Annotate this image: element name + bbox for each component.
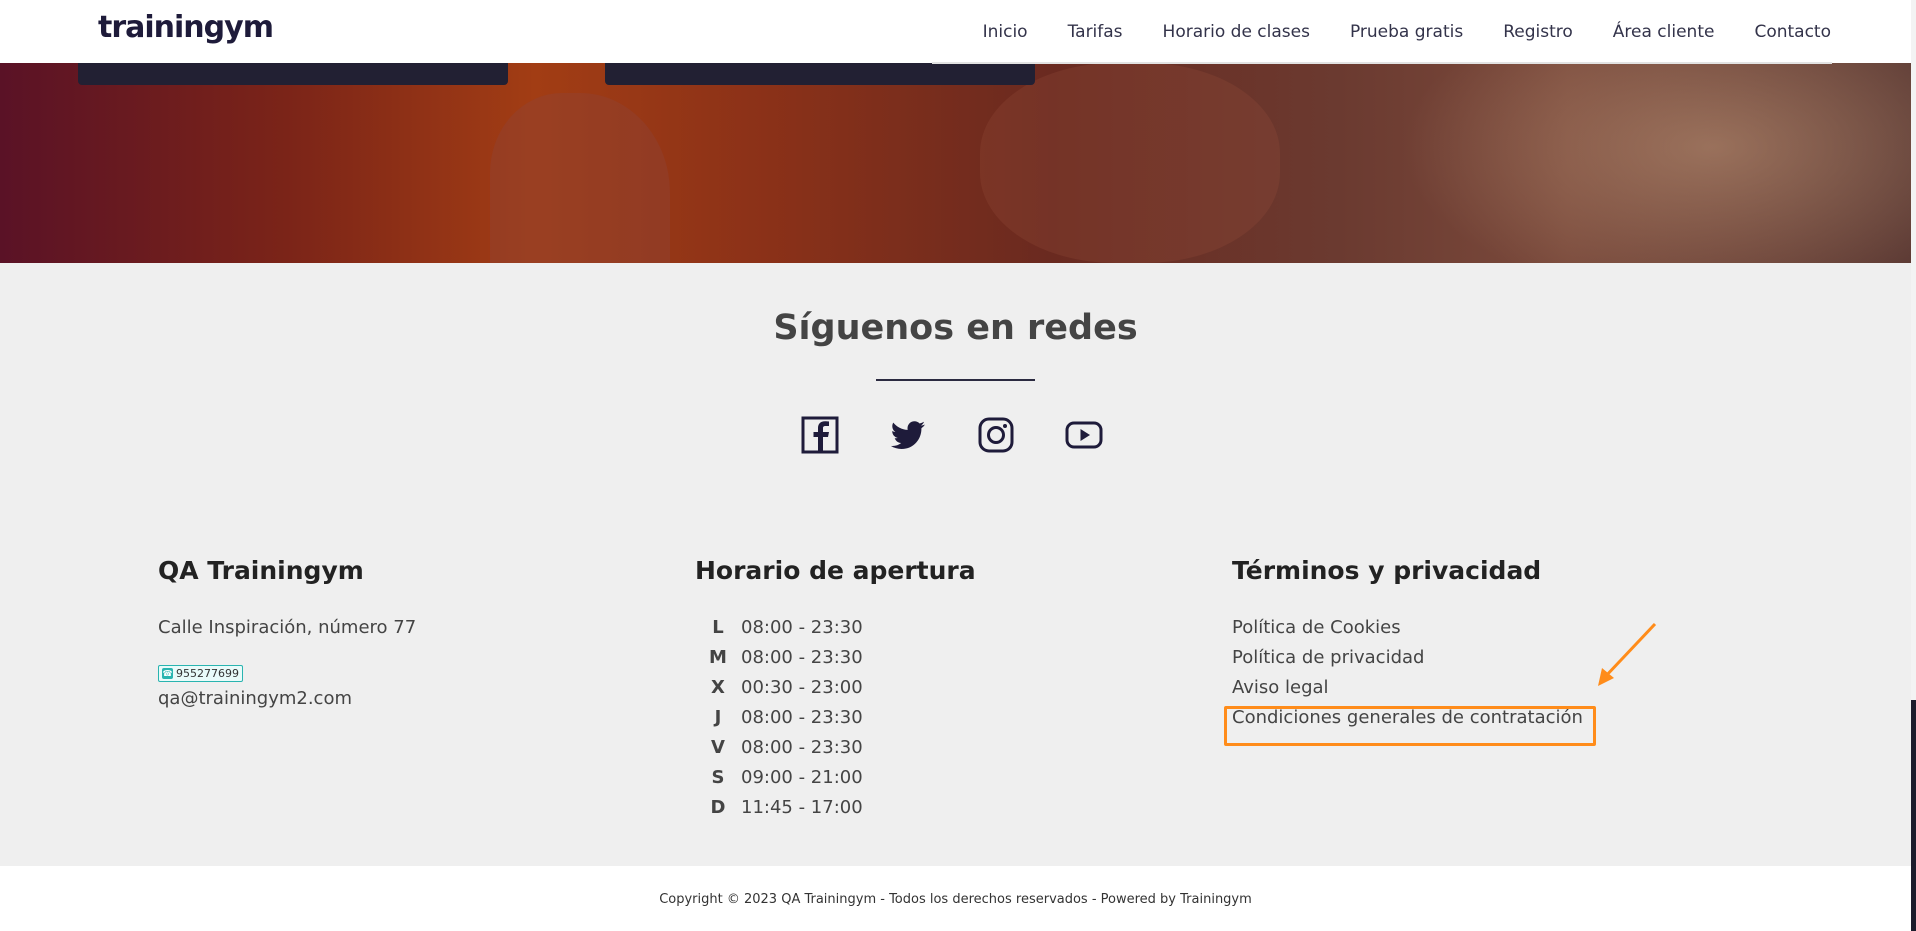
hours-day: L — [712, 617, 724, 638]
hero-image — [0, 63, 1911, 263]
hours-time: 09:00 - 21:00 — [741, 767, 863, 788]
phone-icon: ☎ — [162, 668, 173, 679]
email-link[interactable]: qa@trainingym2.com — [158, 688, 416, 709]
hours-day: D — [710, 797, 726, 818]
site-header: trainingym Inicio Tarifas Horario de cla… — [0, 0, 1911, 63]
hours-day: V — [711, 737, 725, 758]
hours-day: X — [711, 677, 725, 698]
phone-badge[interactable]: ☎ 955277699 — [158, 665, 243, 682]
link-aviso-legal[interactable]: Aviso legal — [1232, 673, 1583, 703]
phone-number: 955277699 — [176, 667, 239, 680]
hours-row: X 00:30 - 23:00 — [695, 673, 976, 703]
social-divider — [876, 379, 1035, 381]
hero-glow — [1400, 63, 1911, 263]
contact-title: QA Trainingym — [158, 556, 364, 585]
hero-figure-shape — [980, 63, 1280, 263]
nav-divider — [932, 62, 1832, 64]
social-icons — [800, 415, 1152, 455]
link-politica-privacidad[interactable]: Política de privacidad — [1232, 643, 1583, 673]
hero-figure-shape — [490, 93, 670, 263]
address-text: Calle Inspiración, número 77 — [158, 617, 417, 638]
nav-item-contacto[interactable]: Contacto — [1754, 22, 1831, 42]
hours-day: S — [711, 767, 725, 788]
social-title: Síguenos en redes — [773, 308, 1138, 348]
hours-time: 08:00 - 23:30 — [741, 737, 863, 758]
hours-row: S 09:00 - 21:00 — [695, 763, 976, 793]
highlight-box — [1224, 706, 1596, 746]
facebook-icon[interactable] — [800, 415, 840, 455]
hero-card[interactable] — [78, 63, 508, 85]
nav-item-inicio[interactable]: Inicio — [983, 22, 1028, 42]
link-politica-cookies[interactable]: Política de Cookies — [1232, 613, 1583, 643]
hours-day: J — [714, 707, 722, 728]
instagram-icon[interactable] — [976, 415, 1016, 455]
nav-item-prueba-gratis[interactable]: Prueba gratis — [1350, 22, 1463, 42]
youtube-icon[interactable] — [1064, 415, 1104, 455]
hours-time: 11:45 - 17:00 — [741, 797, 863, 818]
contact-column: QA Trainingym Calle Inspiración, número … — [158, 556, 416, 709]
hours-title: Horario de apertura — [695, 556, 976, 585]
hours-time: 00:30 - 23:00 — [741, 677, 863, 698]
hours-time: 08:00 - 23:30 — [741, 617, 863, 638]
hours-column: Horario de apertura L 08:00 - 23:30 M 08… — [695, 556, 976, 823]
hours-day: M — [709, 647, 727, 668]
annotation-arrow-icon — [1598, 622, 1657, 686]
page: trainingym Inicio Tarifas Horario de cla… — [0, 0, 1916, 931]
terms-title: Términos y privacidad — [1232, 556, 1542, 585]
site-logo[interactable]: trainingym — [98, 10, 274, 45]
main-nav: Inicio Tarifas Horario de clases Prueba … — [943, 0, 1831, 63]
hours-row: M 08:00 - 23:30 — [695, 643, 976, 673]
scrollbar-thumb[interactable] — [1911, 700, 1916, 931]
hours-row: V 08:00 - 23:30 — [695, 733, 976, 763]
nav-item-horario-de-clases[interactable]: Horario de clases — [1163, 22, 1310, 42]
hours-time: 08:00 - 23:30 — [741, 647, 863, 668]
footer-bar: Copyright © 2023 QA Trainingym - Todos l… — [0, 866, 1911, 931]
hero-card[interactable] — [605, 63, 1035, 85]
nav-item-area-cliente[interactable]: Área cliente — [1613, 22, 1715, 42]
nav-item-registro[interactable]: Registro — [1503, 22, 1573, 42]
nav-item-tarifas[interactable]: Tarifas — [1068, 22, 1123, 42]
twitter-icon[interactable] — [888, 415, 928, 455]
hours-row: D 11:45 - 17:00 — [695, 793, 976, 823]
hours-time: 08:00 - 23:30 — [741, 707, 863, 728]
copyright-text: Copyright © 2023 QA Trainingym - Todos l… — [659, 892, 1252, 907]
hours-row: L 08:00 - 23:30 — [695, 613, 976, 643]
hours-row: J 08:00 - 23:30 — [695, 703, 976, 733]
